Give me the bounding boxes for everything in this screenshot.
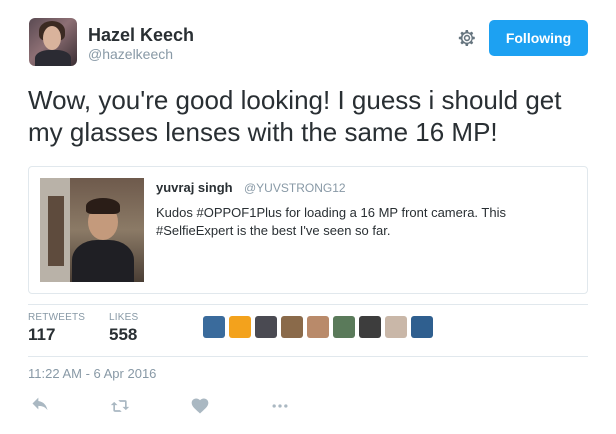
photo-door (48, 196, 64, 266)
avatar-face (43, 26, 61, 50)
photo-person-hair (86, 198, 120, 214)
liker-avatar[interactable] (307, 316, 329, 338)
liker-avatar[interactable] (385, 316, 407, 338)
likes-count[interactable]: 558 (109, 325, 137, 345)
liker-avatar[interactable] (229, 316, 251, 338)
liker-avatar[interactable] (203, 316, 225, 338)
liker-avatar[interactable] (411, 316, 433, 338)
reply-icon[interactable] (30, 396, 50, 416)
quoted-author-handle[interactable]: @YUVSTRONG12 (244, 181, 346, 195)
liker-avatar[interactable] (333, 316, 355, 338)
stats-bottom-divider (28, 356, 588, 357)
retweets-label[interactable]: RETWEETS (28, 312, 85, 323)
retweets-count[interactable]: 117 (28, 325, 55, 345)
following-button[interactable]: Following (489, 20, 588, 56)
gear-icon[interactable] (456, 27, 478, 49)
stats-top-divider (28, 304, 588, 305)
quoted-author-name[interactable]: yuvraj singh (156, 180, 233, 195)
tweet-timestamp[interactable]: 11:22 AM - 6 Apr 2016 (28, 366, 156, 381)
more-icon[interactable] (270, 396, 290, 416)
avatar-body (35, 50, 71, 66)
liker-avatar[interactable] (255, 316, 277, 338)
photo-person-torso (72, 240, 134, 282)
author-handle[interactable]: @hazelkeech (88, 46, 173, 62)
liker-avatars (203, 316, 433, 342)
quoted-tweet[interactable]: yuvraj singh @YUVSTRONG12 Kudos #OPPOF1P… (28, 166, 588, 294)
liker-avatar[interactable] (359, 316, 381, 338)
tweet-text: Wow, you're good looking! I guess i shou… (28, 85, 562, 147)
quoted-tweet-text: Kudos #OPPOF1Plus for loading a 16 MP fr… (156, 205, 506, 238)
author-avatar[interactable] (29, 18, 77, 66)
author-name[interactable]: Hazel Keech (88, 25, 194, 46)
like-icon[interactable] (190, 396, 210, 416)
liker-avatar[interactable] (281, 316, 303, 338)
likes-label[interactable]: LIKES (109, 312, 138, 323)
retweet-icon[interactable] (110, 396, 130, 416)
quoted-tweet-photo[interactable] (40, 178, 144, 282)
